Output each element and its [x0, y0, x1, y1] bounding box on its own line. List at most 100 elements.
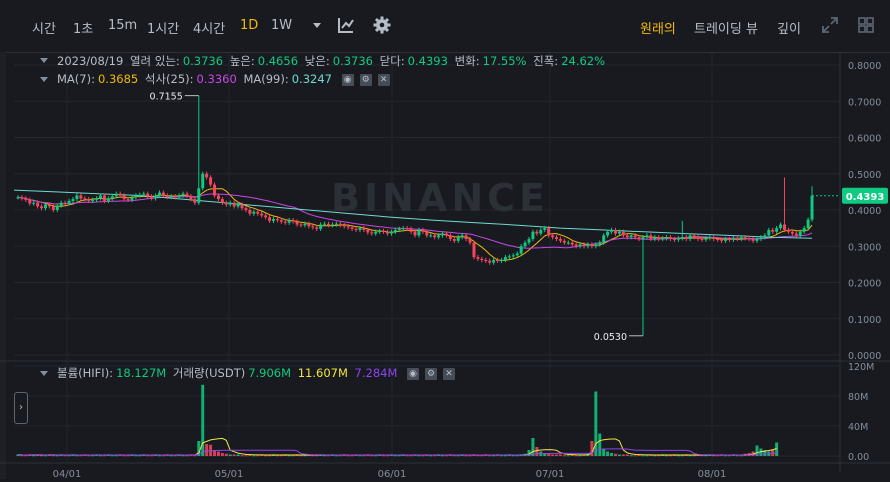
candle-body — [724, 239, 728, 241]
interval-1w[interactable]: 1W — [271, 18, 292, 33]
candle-body — [24, 198, 28, 200]
candle-body — [763, 235, 767, 238]
candle-body — [177, 195, 181, 198]
candle-body — [692, 235, 696, 238]
candle-body — [720, 239, 724, 241]
candle-body — [36, 202, 40, 207]
price-tick-label: 0.5000 — [848, 170, 881, 181]
volume-bar — [232, 454, 236, 456]
settings-icon[interactable]: ⚙ — [359, 73, 372, 86]
axes: 0.8000 0.7000 0.6000 0.5000 0.4000 0.3000 0.20… — [53, 61, 888, 480]
ma-legend-toggle[interactable] — [40, 77, 48, 82]
low-annotation: 0.0530 — [594, 332, 627, 343]
vol-close-icon[interactable]: ✕ — [443, 367, 456, 380]
candle-body — [150, 196, 154, 199]
candle-body — [700, 239, 704, 240]
candle-body — [743, 237, 747, 239]
candle-body — [252, 211, 256, 214]
candle-body — [476, 257, 480, 259]
volume-bar — [236, 454, 240, 456]
candle-body — [543, 228, 547, 230]
candle-body — [515, 253, 519, 256]
volume-bar — [610, 453, 614, 456]
volume-bar — [562, 455, 566, 457]
binance-watermark: BINANCE — [331, 176, 549, 220]
view-original[interactable]: 원래의 — [640, 18, 676, 37]
candle-body — [264, 215, 268, 218]
expand-panel-chevron-icon[interactable]: › — [14, 392, 28, 424]
candle-body — [118, 193, 122, 196]
candle-body — [507, 256, 511, 258]
time-tick-label: 04/01 — [53, 469, 82, 479]
indicator-icon[interactable] — [337, 16, 355, 34]
expand-icon[interactable] — [821, 16, 839, 34]
view-depth[interactable]: 깊이 — [777, 18, 801, 37]
candle-body — [484, 260, 488, 262]
candle-body — [680, 237, 684, 239]
candle-body — [641, 237, 645, 239]
volume-bar — [633, 455, 637, 457]
vol-eye-icon[interactable]: ◉ — [407, 367, 420, 380]
interval-1s[interactable]: 1초 — [73, 18, 93, 37]
candle-body — [555, 237, 559, 239]
candle-body — [727, 239, 731, 240]
candle-body — [613, 229, 617, 234]
candle-body — [617, 231, 621, 234]
candle-body — [735, 238, 739, 240]
candle-body — [130, 197, 134, 200]
vol-ma1-value: 11.607M — [297, 366, 348, 380]
candle-body — [362, 228, 366, 230]
candle-body — [354, 228, 358, 230]
time-tick-label: 08/01 — [698, 469, 727, 479]
interval-1d[interactable]: 1D — [240, 18, 258, 33]
candle-body — [307, 223, 311, 227]
legend-low: 0.3736 — [332, 54, 373, 68]
candle-body — [610, 229, 614, 232]
candle-body — [350, 227, 354, 229]
close-icon[interactable]: ✕ — [377, 73, 390, 86]
candle-body — [637, 237, 641, 239]
candle-body — [716, 239, 720, 240]
candle-body — [303, 223, 307, 226]
interval-time[interactable]: 시간 — [32, 18, 56, 37]
candle-body — [598, 242, 602, 245]
candle-body — [71, 199, 75, 201]
candle-body — [657, 237, 661, 239]
candle-body — [496, 260, 500, 262]
interval-4h[interactable]: 4시간 — [193, 18, 225, 37]
price-tick-label: 0.3000 — [848, 242, 881, 253]
price-volume-chart[interactable]: BINANCE 0.80000.70000.60000.50000.40000.… — [0, 53, 890, 480]
candle-body — [330, 224, 334, 226]
volume-bar — [574, 455, 578, 457]
ma25-value: 0.3360 — [196, 72, 237, 86]
interval-1h[interactable]: 1시간 — [147, 18, 179, 37]
candle-body — [295, 221, 299, 225]
volume-bar — [535, 447, 539, 456]
chevron-down-icon[interactable] — [308, 16, 326, 34]
candle-body — [570, 242, 574, 245]
candle-body — [480, 258, 484, 261]
ohlc-legend-toggle[interactable] — [40, 58, 48, 63]
candle-body — [578, 244, 582, 247]
candle-body — [401, 228, 405, 230]
grid-layout-icon[interactable] — [857, 16, 875, 34]
volume-legend-toggle[interactable] — [40, 371, 48, 376]
candle-body — [405, 228, 409, 230]
candle-body — [126, 199, 130, 201]
vol-settings-icon[interactable]: ⚙ — [425, 367, 438, 380]
candle-body — [87, 199, 91, 201]
ma7-label: MA(7): — [57, 72, 95, 86]
candle-body — [551, 235, 555, 238]
candle-body — [110, 196, 114, 199]
candle-body — [767, 229, 771, 236]
candle-body — [688, 235, 692, 239]
interval-15m[interactable]: 15m — [108, 18, 137, 33]
settings-gear-icon[interactable] — [373, 16, 391, 34]
candle-body — [747, 238, 751, 240]
candle-body — [519, 246, 523, 254]
eye-icon[interactable]: ◉ — [341, 73, 354, 86]
candle-body — [244, 208, 248, 210]
view-tradingview[interactable]: 트레이딩 뷰 — [694, 18, 758, 37]
candle-body — [786, 229, 790, 232]
candle-body — [346, 226, 350, 228]
